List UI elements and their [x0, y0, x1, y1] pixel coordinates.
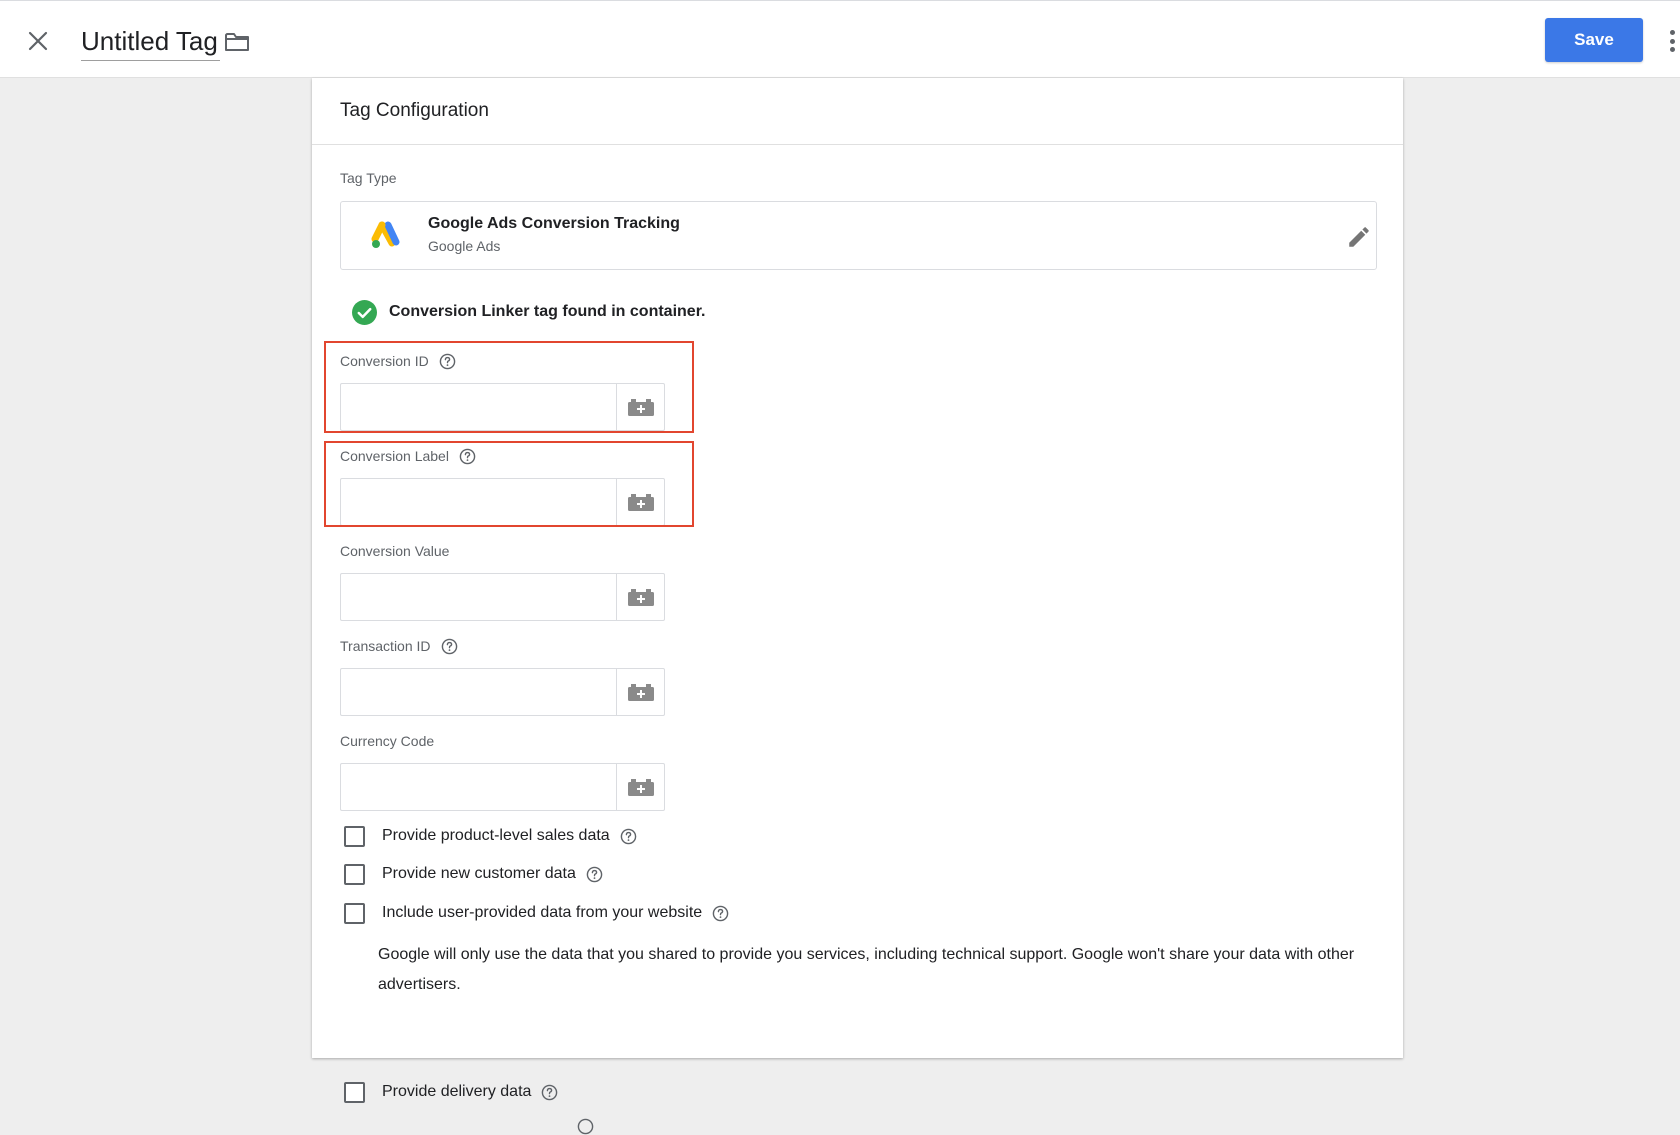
variable-brick-icon[interactable] [616, 383, 665, 431]
currency-code-label: Currency Code [340, 733, 435, 749]
card-title: Tag Configuration [312, 78, 1403, 145]
transaction-id-field: Transaction ID [340, 636, 666, 716]
linker-status: Conversion Linker tag found in container… [352, 299, 705, 325]
delivery-data-checkbox[interactable] [344, 1081, 365, 1103]
check-circle-icon [352, 299, 377, 325]
user-data-note: Google will only use the data that you s… [378, 946, 1355, 993]
linker-status-text: Conversion Linker tag found in container… [389, 303, 706, 320]
user-provided-data-checkbox[interactable] [344, 902, 365, 924]
transaction-id-input[interactable] [340, 668, 616, 716]
pencil-icon[interactable] [1346, 224, 1372, 250]
tag-type-label: Tag Type [340, 170, 397, 186]
help-circle-icon [577, 1118, 594, 1135]
variable-brick-icon[interactable] [616, 573, 665, 621]
user-provided-data-option: Include user-provided data from your web… [344, 901, 729, 925]
delivery-data-label: Provide delivery data [382, 1083, 532, 1100]
delivery-data-option: Provide delivery data [344, 1080, 558, 1104]
conversion-value-label: Conversion Value [340, 543, 450, 559]
product-sales-data-checkbox[interactable] [344, 825, 365, 847]
help-circle-icon[interactable] [541, 1084, 558, 1101]
tag-name-input[interactable]: Untitled Tag [81, 23, 220, 61]
variable-brick-icon[interactable] [616, 763, 665, 811]
help-circle-icon[interactable] [439, 353, 456, 370]
currency-code-input[interactable] [340, 763, 616, 811]
conversion-id-input[interactable] [340, 383, 616, 431]
conversion-id-field: Conversion ID [340, 351, 666, 431]
product-sales-data-label: Provide product-level sales data [382, 827, 610, 844]
tag-type-name: Google Ads Conversion Tracking [428, 215, 680, 232]
folder-icon[interactable] [222, 28, 252, 56]
conversion-value-input[interactable] [340, 573, 616, 621]
new-customer-data-checkbox[interactable] [344, 863, 365, 885]
help-circle-icon[interactable] [620, 828, 637, 845]
more-vert-icon[interactable] [1666, 26, 1678, 56]
currency-code-field: Currency Code [340, 731, 666, 811]
conversion-label-label: Conversion Label [340, 448, 449, 464]
conversion-id-label: Conversion ID [340, 353, 429, 369]
save-button[interactable]: Save [1545, 18, 1643, 62]
tag-type-selector[interactable]: Google Ads Conversion Tracking Google Ad… [340, 201, 1377, 270]
product-sales-data-option: Provide product-level sales data [344, 824, 637, 848]
variable-brick-icon[interactable] [616, 668, 665, 716]
tag-configuration-card: Tag Configuration Tag Type Google Ads Co… [312, 78, 1403, 1135]
new-customer-data-label: Provide new customer data [382, 865, 576, 882]
user-provided-data-label: Include user-provided data from your web… [382, 904, 703, 921]
conversion-label-input[interactable] [340, 478, 616, 526]
help-circle-icon[interactable] [459, 448, 476, 465]
conversion-value-field: Conversion Value [340, 541, 666, 621]
top-bar: Untitled Tag Save [0, 0, 1680, 78]
variable-brick-icon[interactable] [616, 478, 665, 526]
transaction-id-label: Transaction ID [340, 638, 431, 654]
help-circle-icon[interactable] [441, 638, 458, 655]
help-circle-icon[interactable] [586, 866, 603, 883]
tag-type-provider: Google Ads [428, 238, 501, 254]
close-icon[interactable] [22, 25, 54, 57]
new-customer-data-option: Provide new customer data [344, 862, 603, 886]
conversion-label-field: Conversion Label [340, 446, 666, 526]
google-ads-logo [371, 221, 400, 248]
help-circle-icon[interactable] [712, 905, 729, 922]
